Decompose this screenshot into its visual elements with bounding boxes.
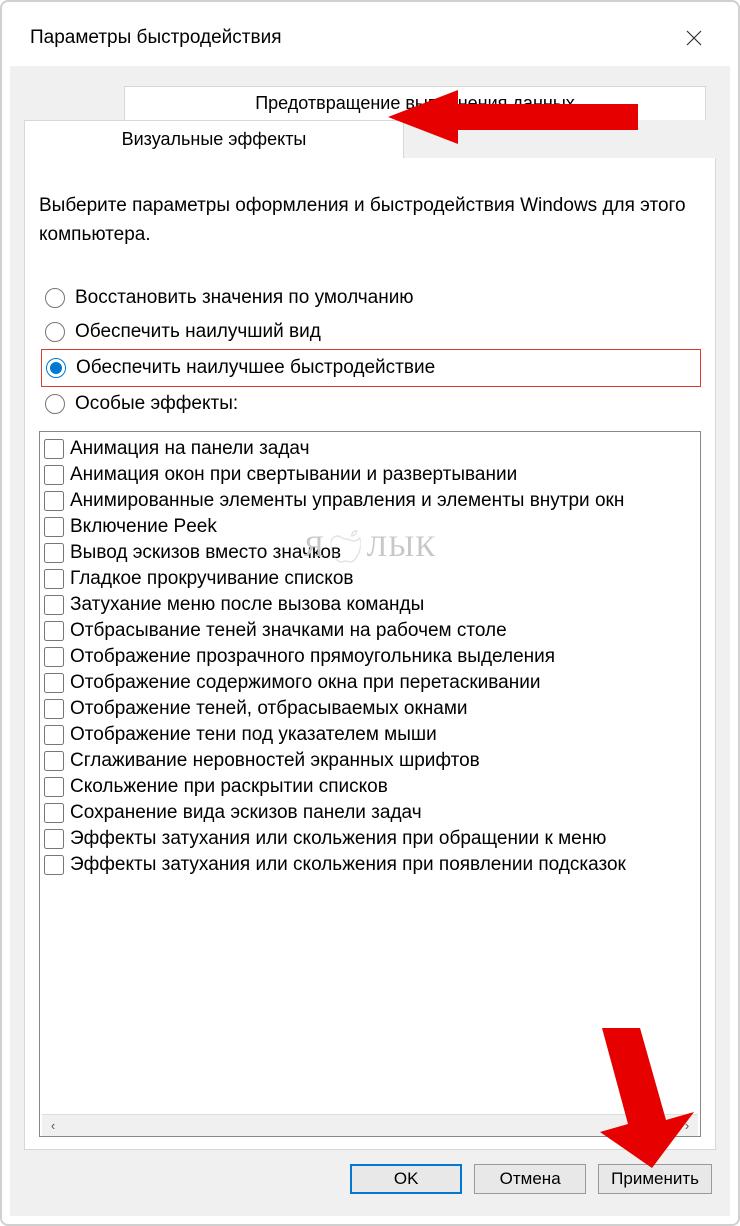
radio-custom[interactable]: Особые эффекты: (41, 387, 701, 421)
effect-row[interactable]: Анимация на панели задач (42, 436, 698, 462)
effect-label: Отображение прозрачного прямоугольника в… (70, 646, 555, 668)
effect-row[interactable]: Отбрасывание теней значками на рабочем с… (42, 618, 698, 644)
apply-button[interactable]: Применить (598, 1164, 712, 1194)
effect-label: Включение Peek (70, 516, 217, 538)
tab-dep[interactable]: Предотвращение выполнения данных (124, 86, 706, 120)
effect-label: Анимация на панели задач (70, 438, 310, 460)
effects-listbox[interactable]: Анимация на панели задач Анимация окон пр… (39, 431, 701, 1137)
description-text: Выберите параметры оформления и быстроде… (39, 192, 701, 249)
effect-checkbox[interactable] (44, 569, 64, 589)
effect-checkbox[interactable] (44, 855, 64, 875)
tab-visual-effects[interactable]: Визуальные эффекты (24, 120, 404, 158)
radio-best-performance-label: Обеспечить наилучшее быстродействие (76, 357, 435, 379)
effects-list-inner: Анимация на панели задач Анимация окон пр… (42, 436, 698, 1114)
effect-label: Вывод эскизов вместо значков (70, 542, 341, 564)
effect-label: Скольжение при раскрытии списков (70, 776, 388, 798)
effect-row[interactable]: Скольжение при раскрытии списков (42, 774, 698, 800)
scroll-left-button[interactable]: ‹ (42, 1115, 64, 1136)
close-icon (686, 30, 702, 46)
effect-label: Затухание меню после вызова команды (70, 594, 424, 616)
radio-best-performance-input[interactable] (46, 358, 66, 378)
effect-checkbox[interactable] (44, 543, 64, 563)
performance-options-dialog: Параметры быстродействия Предотвращение … (10, 10, 730, 1216)
radio-best-performance[interactable]: Обеспечить наилучшее быстродействие (41, 349, 701, 387)
effect-row[interactable]: Анимация окон при свертывании и разверты… (42, 462, 698, 488)
radio-restore-defaults[interactable]: Восстановить значения по умолчанию (41, 281, 701, 315)
effect-row[interactable]: Эффекты затухания или скольжения при обр… (42, 826, 698, 852)
effect-checkbox[interactable] (44, 803, 64, 823)
dialog-button-row: OK Отмена Применить (18, 1150, 722, 1200)
effect-checkbox[interactable] (44, 673, 64, 693)
effect-checkbox[interactable] (44, 725, 64, 745)
effect-row[interactable]: Отображение тени под указателем мыши (42, 722, 698, 748)
radio-best-appearance-label: Обеспечить наилучший вид (75, 321, 321, 343)
effect-row[interactable]: Сглаживание неровностей экранных шрифтов (42, 748, 698, 774)
radio-best-appearance-input[interactable] (45, 322, 65, 342)
horizontal-scrollbar[interactable]: ‹ › (42, 1114, 698, 1136)
effect-row[interactable]: Эффекты затухания или скольжения при поя… (42, 852, 698, 878)
effect-checkbox[interactable] (44, 517, 64, 537)
close-button[interactable] (676, 20, 712, 56)
effect-checkbox[interactable] (44, 491, 64, 511)
effect-row[interactable]: Отображение прозрачного прямоугольника в… (42, 644, 698, 670)
effect-checkbox[interactable] (44, 829, 64, 849)
effect-checkbox[interactable] (44, 777, 64, 797)
effect-row[interactable]: Отображение содержимого окна при перетас… (42, 670, 698, 696)
ok-button[interactable]: OK (350, 1164, 462, 1194)
effect-checkbox[interactable] (44, 751, 64, 771)
cancel-button[interactable]: Отмена (474, 1164, 586, 1194)
effect-row[interactable]: Включение Peek (42, 514, 698, 540)
effect-label: Эффекты затухания или скольжения при обр… (70, 828, 606, 850)
effect-row[interactable]: Затухание меню после вызова команды (42, 592, 698, 618)
effect-row[interactable]: Анимированные элементы управления и элем… (42, 488, 698, 514)
titlebar: Параметры быстродействия (10, 10, 730, 66)
effect-label: Эффекты затухания или скольжения при поя… (70, 854, 626, 876)
effect-checkbox[interactable] (44, 647, 64, 667)
effect-label: Отбрасывание теней значками на рабочем с… (70, 620, 507, 642)
effect-label: Отображение содержимого окна при перетас… (70, 672, 540, 694)
scroll-right-button[interactable]: › (676, 1115, 698, 1136)
performance-radio-group: Восстановить значения по умолчанию Обесп… (41, 281, 701, 421)
effect-label: Сохранение вида эскизов панели задач (70, 802, 422, 824)
radio-best-appearance[interactable]: Обеспечить наилучший вид (41, 315, 701, 349)
effect-label: Сглаживание неровностей экранных шрифтов (70, 750, 480, 772)
effect-row[interactable]: Вывод эскизов вместо значков (42, 540, 698, 566)
effect-checkbox[interactable] (44, 595, 64, 615)
effect-row[interactable]: Сохранение вида эскизов панели задач (42, 800, 698, 826)
tab-strip: Предотвращение выполнения данных Визуаль… (24, 86, 716, 158)
tab-panel-visual-effects: Выберите параметры оформления и быстроде… (24, 158, 716, 1150)
effect-row[interactable]: Отображение теней, отбрасываемых окнами (42, 696, 698, 722)
effect-label: Отображение теней, отбрасываемых окнами (70, 698, 468, 720)
radio-restore-defaults-label: Восстановить значения по умолчанию (75, 287, 414, 309)
effect-checkbox[interactable] (44, 699, 64, 719)
window-title: Параметры быстродействия (30, 27, 281, 49)
effect-label: Гладкое прокручивание списков (70, 568, 354, 590)
radio-custom-label: Особые эффекты: (75, 393, 238, 415)
effect-checkbox[interactable] (44, 621, 64, 641)
effect-checkbox[interactable] (44, 465, 64, 485)
effect-label: Анимация окон при свертывании и разверты… (70, 464, 517, 486)
effect-label: Отображение тени под указателем мыши (70, 724, 437, 746)
effect-row[interactable]: Гладкое прокручивание списков (42, 566, 698, 592)
radio-restore-defaults-input[interactable] (45, 288, 65, 308)
radio-custom-input[interactable] (45, 394, 65, 414)
client-area: Предотвращение выполнения данных Визуаль… (10, 66, 730, 1216)
effect-label: Анимированные элементы управления и элем… (70, 490, 624, 512)
effect-checkbox[interactable] (44, 439, 64, 459)
